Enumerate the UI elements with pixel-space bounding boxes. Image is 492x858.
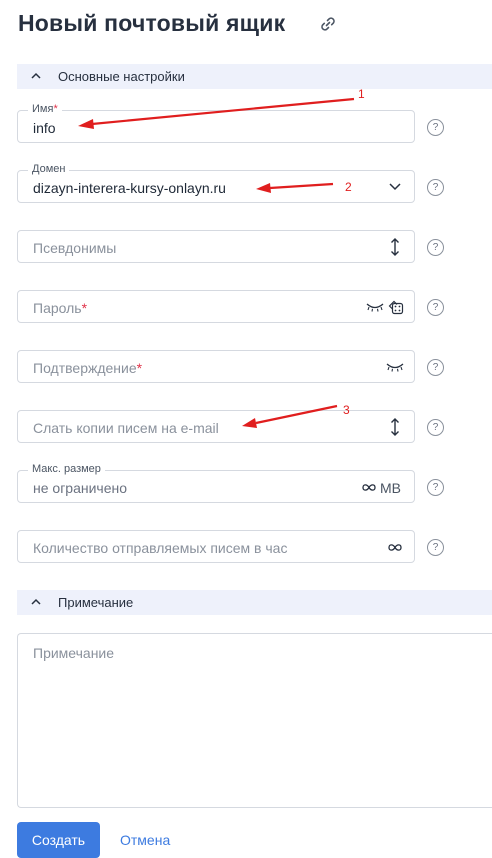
eye-closed-icon[interactable] xyxy=(386,362,404,372)
confirm-password-field[interactable]: Подтверждение* xyxy=(17,350,415,383)
help-icon[interactable]: ? xyxy=(427,179,444,196)
help-icon[interactable]: ? xyxy=(427,119,444,136)
annotation-number: 1 xyxy=(358,87,365,101)
max-size-field[interactable]: Макс. размер не ограничено MB xyxy=(17,463,415,503)
infinity-icon[interactable] xyxy=(361,483,377,492)
password-placeholder: Пароль* xyxy=(33,300,88,316)
section-label: Основные настройки xyxy=(58,69,185,84)
password-field[interactable]: Пароль* xyxy=(17,290,415,323)
confirm-placeholder: Подтверждение* xyxy=(33,360,143,376)
name-field[interactable]: Имя* info xyxy=(17,103,415,143)
infinity-icon[interactable] xyxy=(387,543,403,552)
annotation-number: 2 xyxy=(345,180,352,194)
domain-label: Домен xyxy=(28,163,70,175)
generate-password-icon[interactable] xyxy=(388,299,404,315)
cancel-button[interactable]: Отмена xyxy=(120,832,170,848)
chevron-up-icon xyxy=(31,598,41,605)
help-icon[interactable]: ? xyxy=(427,239,444,256)
section-note[interactable]: Примечание xyxy=(17,590,492,615)
aliases-placeholder: Псевдонимы xyxy=(33,240,117,256)
help-icon[interactable]: ? xyxy=(427,359,444,376)
copies-placeholder: Слать копии писем на e-mail xyxy=(33,420,219,436)
help-icon[interactable]: ? xyxy=(427,299,444,316)
note-placeholder: Примечание xyxy=(33,645,115,661)
size-unit: MB xyxy=(380,480,401,496)
note-textarea[interactable]: Примечание xyxy=(17,633,492,808)
help-icon[interactable]: ? xyxy=(427,539,444,556)
eye-closed-icon[interactable] xyxy=(366,302,384,312)
domain-value: dizayn-interera-kursy-onlayn.ru xyxy=(33,180,226,196)
help-icon[interactable]: ? xyxy=(427,419,444,436)
max-size-label: Макс. размер xyxy=(28,463,105,475)
annotation-number: 3 xyxy=(343,403,350,417)
forward-copies-field[interactable]: Слать копии писем на e-mail xyxy=(17,410,415,443)
domain-select[interactable]: Домен dizayn-interera-kursy-onlayn.ru xyxy=(17,163,415,203)
aliases-field[interactable]: Псевдонимы xyxy=(17,230,415,263)
link-icon[interactable] xyxy=(318,14,338,34)
vertical-resize-icon[interactable] xyxy=(389,237,401,257)
page-title: Новый почтовый ящик xyxy=(18,10,286,36)
help-icon[interactable]: ? xyxy=(427,479,444,496)
chevron-up-icon xyxy=(31,72,41,79)
vertical-resize-icon[interactable] xyxy=(389,417,401,437)
section-label: Примечание xyxy=(58,595,134,610)
send-limit-placeholder: Количество отправляемых писем в час xyxy=(33,540,288,556)
max-size-placeholder: не ограничено xyxy=(33,480,128,496)
create-button[interactable]: Создать xyxy=(17,822,100,858)
chevron-down-icon[interactable] xyxy=(388,181,402,193)
name-value: info xyxy=(33,120,56,136)
send-limit-field[interactable]: Количество отправляемых писем в час xyxy=(17,530,415,563)
section-basic-settings[interactable]: Основные настройки xyxy=(17,64,492,89)
name-label: Имя* xyxy=(28,103,62,115)
